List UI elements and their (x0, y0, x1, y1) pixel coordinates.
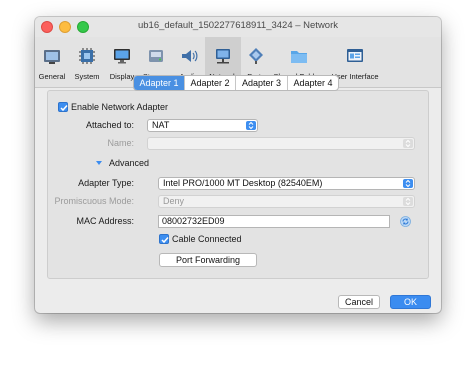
name-label: Name: (107, 138, 134, 148)
name-stepper-icon (403, 139, 413, 148)
adapter-type-select[interactable]: Intel PRO/1000 MT Desktop (82540EM) (158, 177, 415, 190)
adapter-type-value: Intel PRO/1000 MT Desktop (82540EM) (163, 178, 323, 188)
user-interface-icon (347, 49, 363, 62)
advanced-label[interactable]: Advanced (109, 158, 149, 168)
attached-to-value: NAT (152, 120, 170, 130)
storage-icon (149, 50, 163, 62)
checkmark-icon (161, 237, 169, 244)
cable-connected-checkbox[interactable] (159, 234, 169, 244)
ports-icon (249, 48, 263, 64)
settings-window: ub16_default_1502277618911_3424 – Networ… (35, 17, 441, 313)
port-forwarding-button[interactable]: Port Forwarding (159, 253, 257, 267)
tab-adapter-1[interactable]: Adapter 1 (134, 76, 184, 90)
adapter-settings-pane: Enable Network Adapter Attached to: NAT … (47, 90, 429, 279)
tab-adapter-4[interactable]: Adapter 4 (287, 76, 338, 90)
promiscuous-stepper-icon (403, 197, 413, 206)
tab-adapter-3[interactable]: Adapter 3 (235, 76, 287, 90)
promiscuous-mode-select: Deny (158, 195, 415, 208)
general-icon (44, 50, 60, 64)
folder-icon (291, 51, 307, 63)
system-icon (79, 48, 95, 64)
ok-button[interactable]: OK (390, 295, 431, 309)
toolbar-system-label: System (74, 72, 100, 81)
adapter-tabs: Adapter 1 Adapter 2 Adapter 3 Adapter 4 (133, 75, 339, 91)
display-icon (114, 49, 130, 64)
toolbar-general-label: General (38, 72, 66, 81)
promiscuous-mode-value: Deny (163, 196, 185, 206)
mac-address-label: MAC Address: (76, 216, 134, 226)
disclosure-triangle-icon[interactable] (95, 159, 103, 167)
attached-to-label: Attached to: (85, 120, 134, 130)
attached-to-stepper-icon (246, 121, 256, 130)
tab-adapter-2[interactable]: Adapter 2 (184, 76, 235, 90)
adapter-type-label: Adapter Type: (78, 178, 134, 188)
attached-to-select[interactable]: NAT (147, 119, 258, 132)
cable-connected-label: Cable Connected (172, 234, 242, 244)
window-title: ub16_default_1502277618911_3424 – Networ… (137, 20, 339, 31)
toolbar-system[interactable]: System (69, 37, 105, 87)
promiscuous-mode-label: Promiscuous Mode: (54, 196, 134, 206)
enable-adapter-checkbox[interactable] (58, 102, 68, 112)
audio-icon (182, 50, 198, 62)
adapter-type-stepper-icon (403, 179, 413, 188)
network-icon (216, 49, 230, 64)
title-bar: ub16_default_1502277618911_3424 – Networ… (35, 17, 441, 37)
toolbar-general[interactable]: General (35, 37, 69, 87)
enable-adapter-label: Enable Network Adapter (71, 102, 169, 112)
checkmark-icon (60, 105, 68, 112)
refresh-mac-icon[interactable] (400, 216, 411, 227)
mac-address-field[interactable]: 08002732ED09 (158, 215, 390, 228)
cancel-button[interactable]: Cancel (338, 295, 380, 309)
name-select (147, 137, 415, 150)
